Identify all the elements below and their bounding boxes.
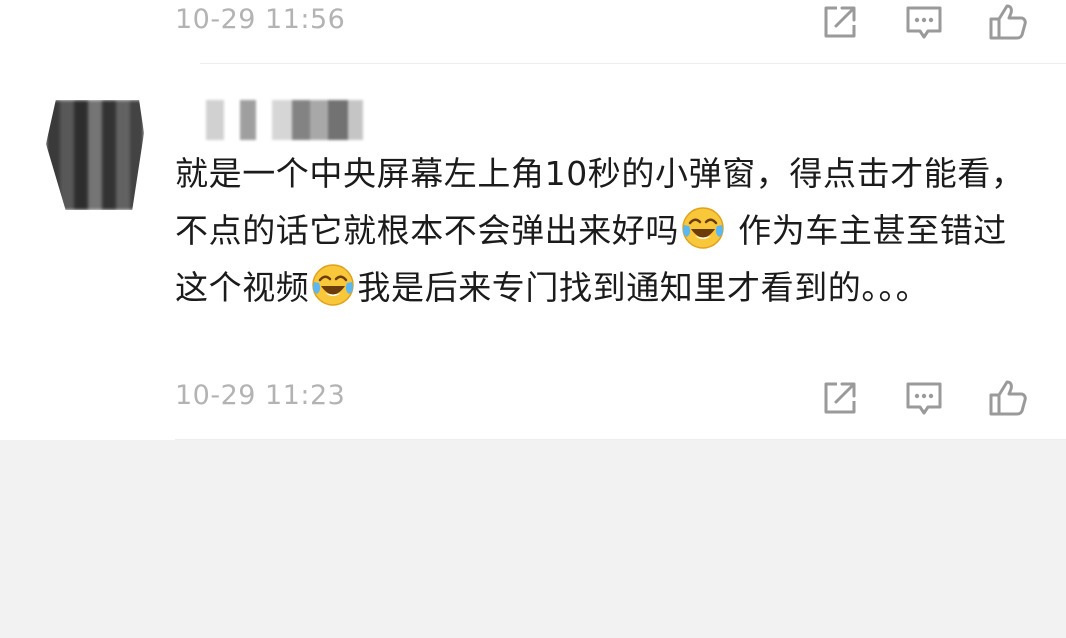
share-button[interactable]: [820, 378, 860, 418]
comment-feed: 10-29 11:56 就是一个中央屏幕左上角10秒的小弹窗，得点击才能看，不点…: [0, 0, 1066, 440]
like-icon: [989, 380, 1027, 416]
comment-text: 就是一个中央屏幕左上角10秒的小弹窗，得点击才能看，不点的话它就根本不会弹出来好…: [175, 145, 1040, 316]
author-name[interactable]: [188, 100, 363, 140]
reply-button[interactable]: [904, 2, 944, 42]
like-icon: [989, 4, 1027, 40]
share-button[interactable]: [820, 2, 860, 42]
avatar[interactable]: [46, 100, 144, 210]
timestamp: 10-29 11:23: [175, 380, 346, 411]
divider: [175, 439, 1066, 440]
laugh-cry-emoji: [312, 264, 355, 306]
share-icon: [824, 382, 856, 414]
like-button[interactable]: [988, 378, 1028, 418]
timestamp: 10-29 11:56: [175, 4, 346, 35]
comment-icon: [906, 6, 942, 39]
share-icon: [824, 6, 856, 38]
reply-button[interactable]: [904, 378, 944, 418]
comment-icon: [906, 382, 942, 415]
laugh-cry-emoji: [682, 207, 724, 249]
comment-text-part-3: 我是后来专门找到通知里才看到的。。。: [357, 268, 930, 307]
like-button[interactable]: [988, 2, 1028, 42]
divider: [200, 63, 1066, 64]
